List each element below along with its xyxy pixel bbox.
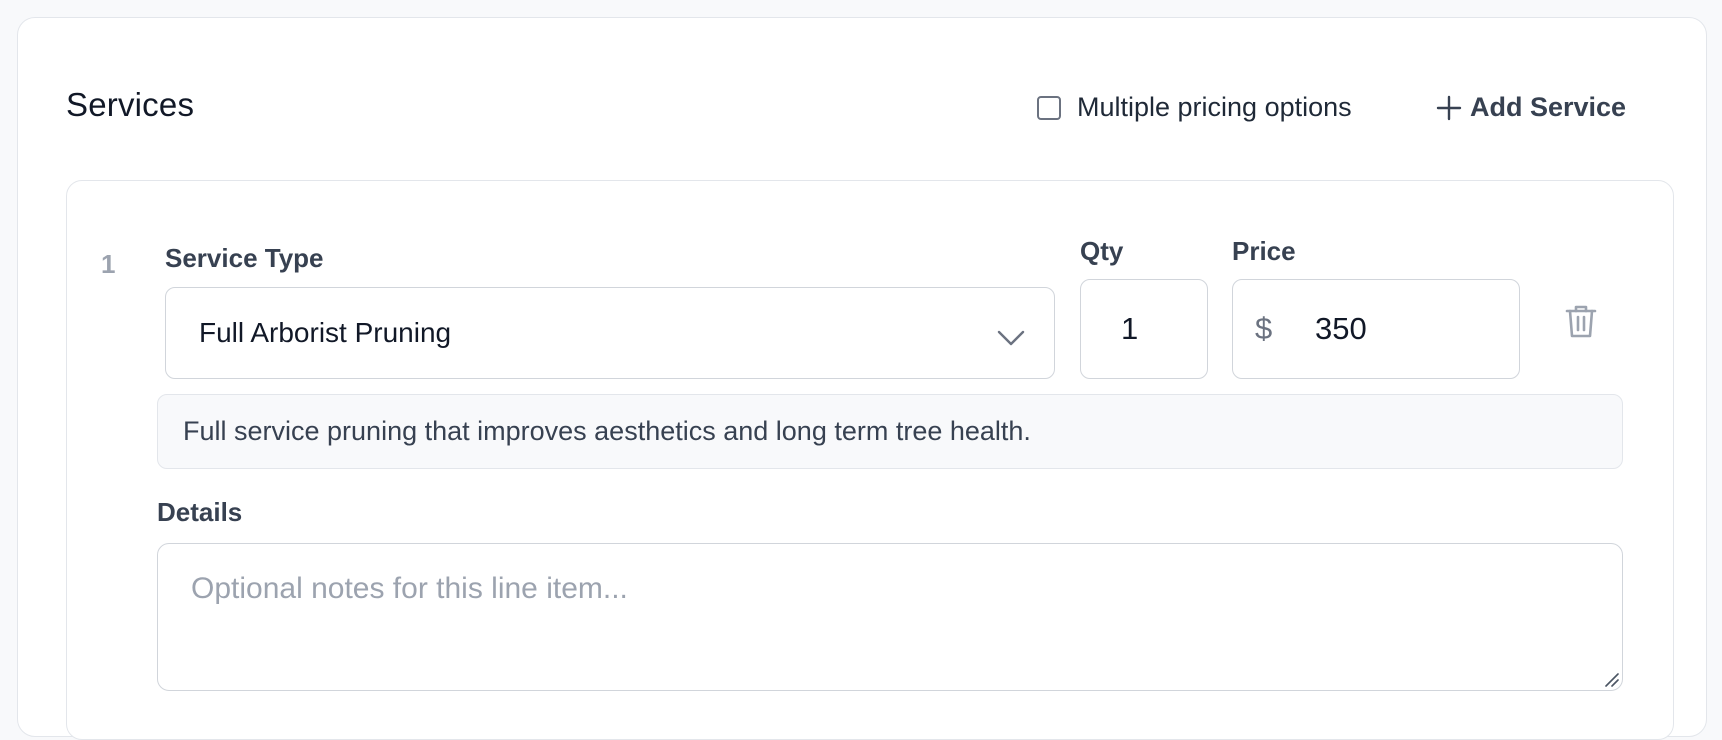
currency-symbol: $ [1255, 311, 1273, 346]
line-item-number: 1 [101, 249, 116, 279]
service-description: Full service pruning that improves aesth… [157, 394, 1623, 469]
service-type-value: Full Arborist Pruning [199, 317, 452, 348]
trash-icon[interactable] [1565, 303, 1597, 344]
price-label: Price [1232, 236, 1296, 266]
add-service-label: Add Service [1470, 92, 1627, 122]
service-type-select[interactable]: Full Arborist Pruning [165, 287, 1055, 379]
resize-handle-icon[interactable] [1603, 671, 1619, 692]
price-value: 350 [1315, 311, 1367, 346]
details-textarea[interactable] [157, 543, 1623, 691]
multiple-pricing-toggle[interactable]: Multiple pricing options [1037, 92, 1352, 123]
section-title: Services [66, 86, 195, 123]
chevron-down-icon [996, 322, 1026, 354]
multiple-pricing-label: Multiple pricing options [1077, 92, 1352, 122]
price-input[interactable]: $ 350 [1232, 279, 1520, 379]
add-service-button[interactable]: Add Service [1436, 92, 1626, 123]
details-label: Details [157, 497, 243, 527]
qty-input[interactable]: 1 [1080, 279, 1208, 379]
service-line-item: 1 Service Type Full Arborist Pruning Qty… [66, 180, 1674, 740]
multiple-pricing-checkbox[interactable] [1037, 95, 1061, 120]
service-type-label: Service Type [165, 243, 324, 273]
plus-icon [1436, 95, 1462, 121]
services-card: Services Multiple pricing options Add Se… [17, 17, 1707, 740]
qty-value: 1 [1121, 311, 1139, 346]
qty-label: Qty [1080, 236, 1124, 266]
